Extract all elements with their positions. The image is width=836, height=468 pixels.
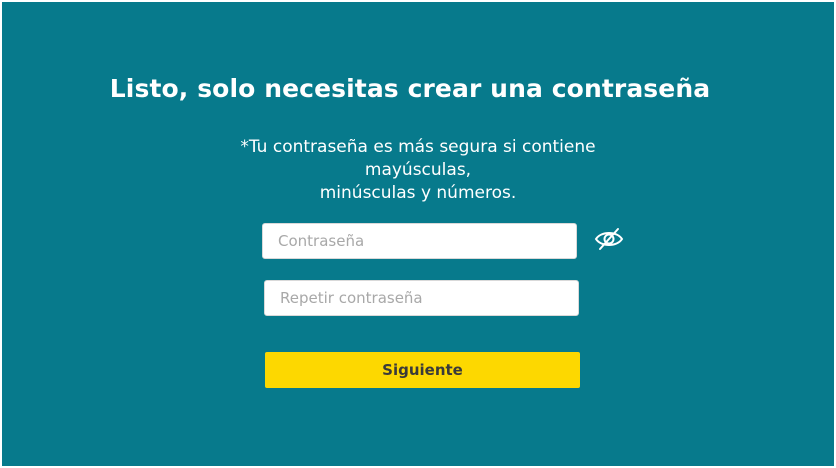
repeat-password-input[interactable] <box>264 280 579 316</box>
signup-panel: Listo, solo necesitas crear una contrase… <box>2 2 834 466</box>
password-hint-line-2: minúsculas y números. <box>319 183 517 203</box>
password-input[interactable] <box>262 223 577 259</box>
page-title: Listo, solo necesitas crear una contrase… <box>109 74 711 103</box>
password-hint: *Tu contraseña es más segura si contiene… <box>188 136 648 205</box>
password-hint-line-1: *Tu contraseña es más segura si contiene… <box>240 137 596 180</box>
eye-slash-icon[interactable] <box>594 227 624 251</box>
eye-slash-icon-graphic <box>594 228 624 250</box>
next-button[interactable]: Siguiente <box>265 352 580 388</box>
